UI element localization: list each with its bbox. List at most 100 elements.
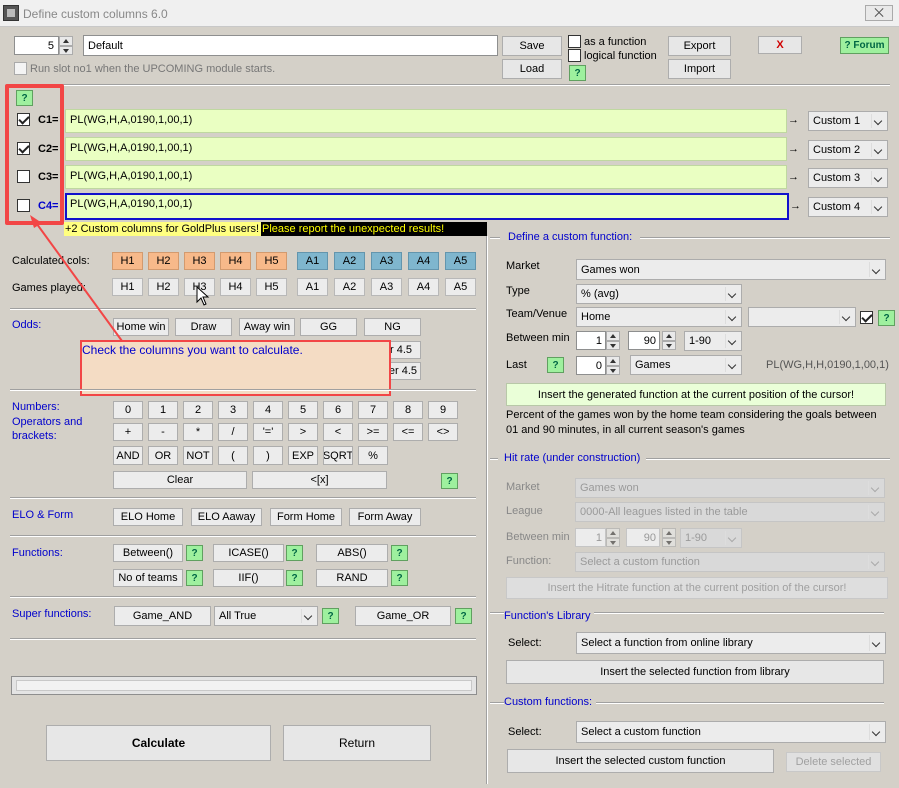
op-multiply-button[interactable]: * (183, 423, 213, 441)
games-a4-button[interactable]: A4 (408, 278, 439, 296)
elo-away-button[interactable]: ELO Aaway (191, 508, 262, 526)
draw-button[interactable]: Draw (175, 318, 232, 336)
super-or-help-button[interactable]: ? (455, 608, 472, 624)
op-less-button[interactable]: < (323, 423, 353, 441)
define-min-from-spinner[interactable] (606, 331, 620, 350)
numbers-help-button[interactable]: ? (441, 473, 458, 489)
num-5-button[interactable]: 5 (288, 401, 318, 419)
insert-hitrate-function-button[interactable]: Insert the Hitrate function at the curre… (506, 577, 888, 599)
calc-a2-button[interactable]: A2 (334, 252, 365, 270)
insert-library-function-button[interactable]: Insert the selected function from librar… (506, 660, 884, 684)
num-9-button[interactable]: 9 (428, 401, 458, 419)
icase-help-button[interactable]: ? (286, 545, 303, 561)
save-button[interactable]: Save (502, 36, 562, 56)
num-6-button[interactable]: 6 (323, 401, 353, 419)
num-7-button[interactable]: 7 (358, 401, 388, 419)
open-bracket-button[interactable]: ( (218, 446, 248, 465)
abs-help-button[interactable]: ? (391, 545, 408, 561)
close-window-button[interactable]: ⨉ (865, 5, 893, 21)
num-4-button[interactable]: 4 (253, 401, 283, 419)
calc-a4-button[interactable]: A4 (408, 252, 439, 270)
games-h2-button[interactable]: H2 (148, 278, 179, 296)
between-help-button[interactable]: ? (186, 545, 203, 561)
calc-h2-button[interactable]: H2 (148, 252, 179, 270)
calc-h4-button[interactable]: H4 (220, 252, 251, 270)
games-h5-button[interactable]: H5 (256, 278, 287, 296)
slot-number-input[interactable]: 5 (14, 36, 59, 55)
away-win-button[interactable]: Away win (239, 318, 295, 336)
gg-button[interactable]: GG (300, 318, 357, 336)
games-a3-button[interactable]: A3 (371, 278, 402, 296)
game-and-button[interactable]: Game_AND (114, 606, 211, 626)
iif-help-button[interactable]: ? (286, 570, 303, 586)
super-and-help-button[interactable]: ? (322, 608, 339, 624)
elo-home-button[interactable]: ELO Home (113, 508, 183, 526)
insert-generated-function-button[interactable]: Insert the generated function at the cur… (506, 383, 886, 406)
games-h4-button[interactable]: H4 (220, 278, 251, 296)
define-range-select[interactable]: 1-90 (684, 331, 742, 351)
num-8-button[interactable]: 8 (393, 401, 423, 419)
column-4-target-select[interactable]: Custom 4 (808, 197, 888, 217)
no-of-teams-help-button[interactable]: ? (186, 570, 203, 586)
calc-a1-button[interactable]: A1 (297, 252, 328, 270)
define-last-unit-select[interactable]: Games (630, 355, 742, 375)
op-equals-button[interactable]: '=' (253, 423, 283, 441)
abs-function-button[interactable]: ABS() (316, 544, 388, 562)
hitrate-range-select[interactable]: 1-90 (680, 528, 742, 548)
rand-function-button[interactable]: RAND (316, 569, 388, 587)
hitrate-market-select[interactable]: Games won (575, 478, 885, 498)
op-not-equal-button[interactable]: <> (428, 423, 458, 441)
return-button[interactable]: Return (283, 725, 431, 761)
define-team-help-button[interactable]: ? (878, 310, 895, 326)
define-min-from-input[interactable]: 1 (576, 331, 606, 350)
column-1-target-select[interactable]: Custom 1 (808, 111, 888, 131)
column-1-formula-field[interactable]: PL(WG,H,A,0190,1,00,1) (65, 109, 787, 133)
num-0-button[interactable]: 0 (113, 401, 143, 419)
as-function-checkbox[interactable] (568, 35, 581, 48)
define-min-to-input[interactable]: 90 (628, 331, 660, 350)
define-last-spinner[interactable] (606, 356, 620, 375)
load-button[interactable]: Load (502, 59, 562, 79)
op-lte-button[interactable]: <= (393, 423, 423, 441)
icase-function-button[interactable]: ICASE() (213, 544, 284, 562)
column-3-formula-field[interactable]: PL(WG,H,A,0190,1,00,1) (65, 165, 787, 189)
hitrate-min-from-input[interactable]: 1 (575, 528, 606, 547)
custom-function-select[interactable]: Select a custom function (576, 721, 886, 743)
column-4-formula-field[interactable]: PL(WG,H,A,0190,1,00,1) (65, 193, 789, 220)
forum-button[interactable]: ? Forum (840, 37, 889, 54)
num-3-button[interactable]: 3 (218, 401, 248, 419)
op-or-button[interactable]: OR (148, 446, 178, 465)
calc-h5-button[interactable]: H5 (256, 252, 287, 270)
hitrate-function-select[interactable]: Select a custom function (575, 552, 885, 572)
calculate-button[interactable]: Calculate (46, 725, 271, 761)
hitrate-min-to-input[interactable]: 90 (626, 528, 660, 547)
close-bracket-button[interactable]: ) (253, 446, 283, 465)
slot-number-spinner[interactable] (59, 36, 73, 55)
sqrt-button[interactable]: SQRT (323, 446, 353, 465)
op-minus-button[interactable]: - (148, 423, 178, 441)
ng-button[interactable]: NG (364, 318, 421, 336)
define-team-extra-select[interactable] (748, 307, 856, 327)
op-plus-button[interactable]: + (113, 423, 143, 441)
percent-button[interactable]: % (358, 446, 388, 465)
hitrate-min-from-spinner[interactable] (606, 528, 620, 547)
no-of-teams-button[interactable]: No of teams (113, 569, 183, 587)
delete-selected-button[interactable]: Delete selected (786, 752, 881, 772)
op-greater-button[interactable]: > (288, 423, 318, 441)
backspace-button[interactable]: <[x] (252, 471, 387, 489)
games-a1-button[interactable]: A1 (297, 278, 328, 296)
define-type-select[interactable]: % (avg) (576, 284, 742, 304)
logical-function-checkbox[interactable] (568, 49, 581, 62)
num-1-button[interactable]: 1 (148, 401, 178, 419)
calc-h3-button[interactable]: H3 (184, 252, 215, 270)
op-divide-button[interactable]: / (218, 423, 248, 441)
games-a2-button[interactable]: A2 (334, 278, 365, 296)
define-last-input[interactable]: 0 (576, 356, 606, 375)
define-market-select[interactable]: Games won (576, 259, 886, 280)
op-gte-button[interactable]: >= (358, 423, 388, 441)
form-home-button[interactable]: Form Home (270, 508, 342, 526)
num-2-button[interactable]: 2 (183, 401, 213, 419)
delete-slot-button[interactable]: X (758, 36, 802, 54)
hitrate-league-select[interactable]: 0000-All leagues listed in the table (575, 502, 885, 522)
top-help-button[interactable]: ? (569, 65, 586, 81)
